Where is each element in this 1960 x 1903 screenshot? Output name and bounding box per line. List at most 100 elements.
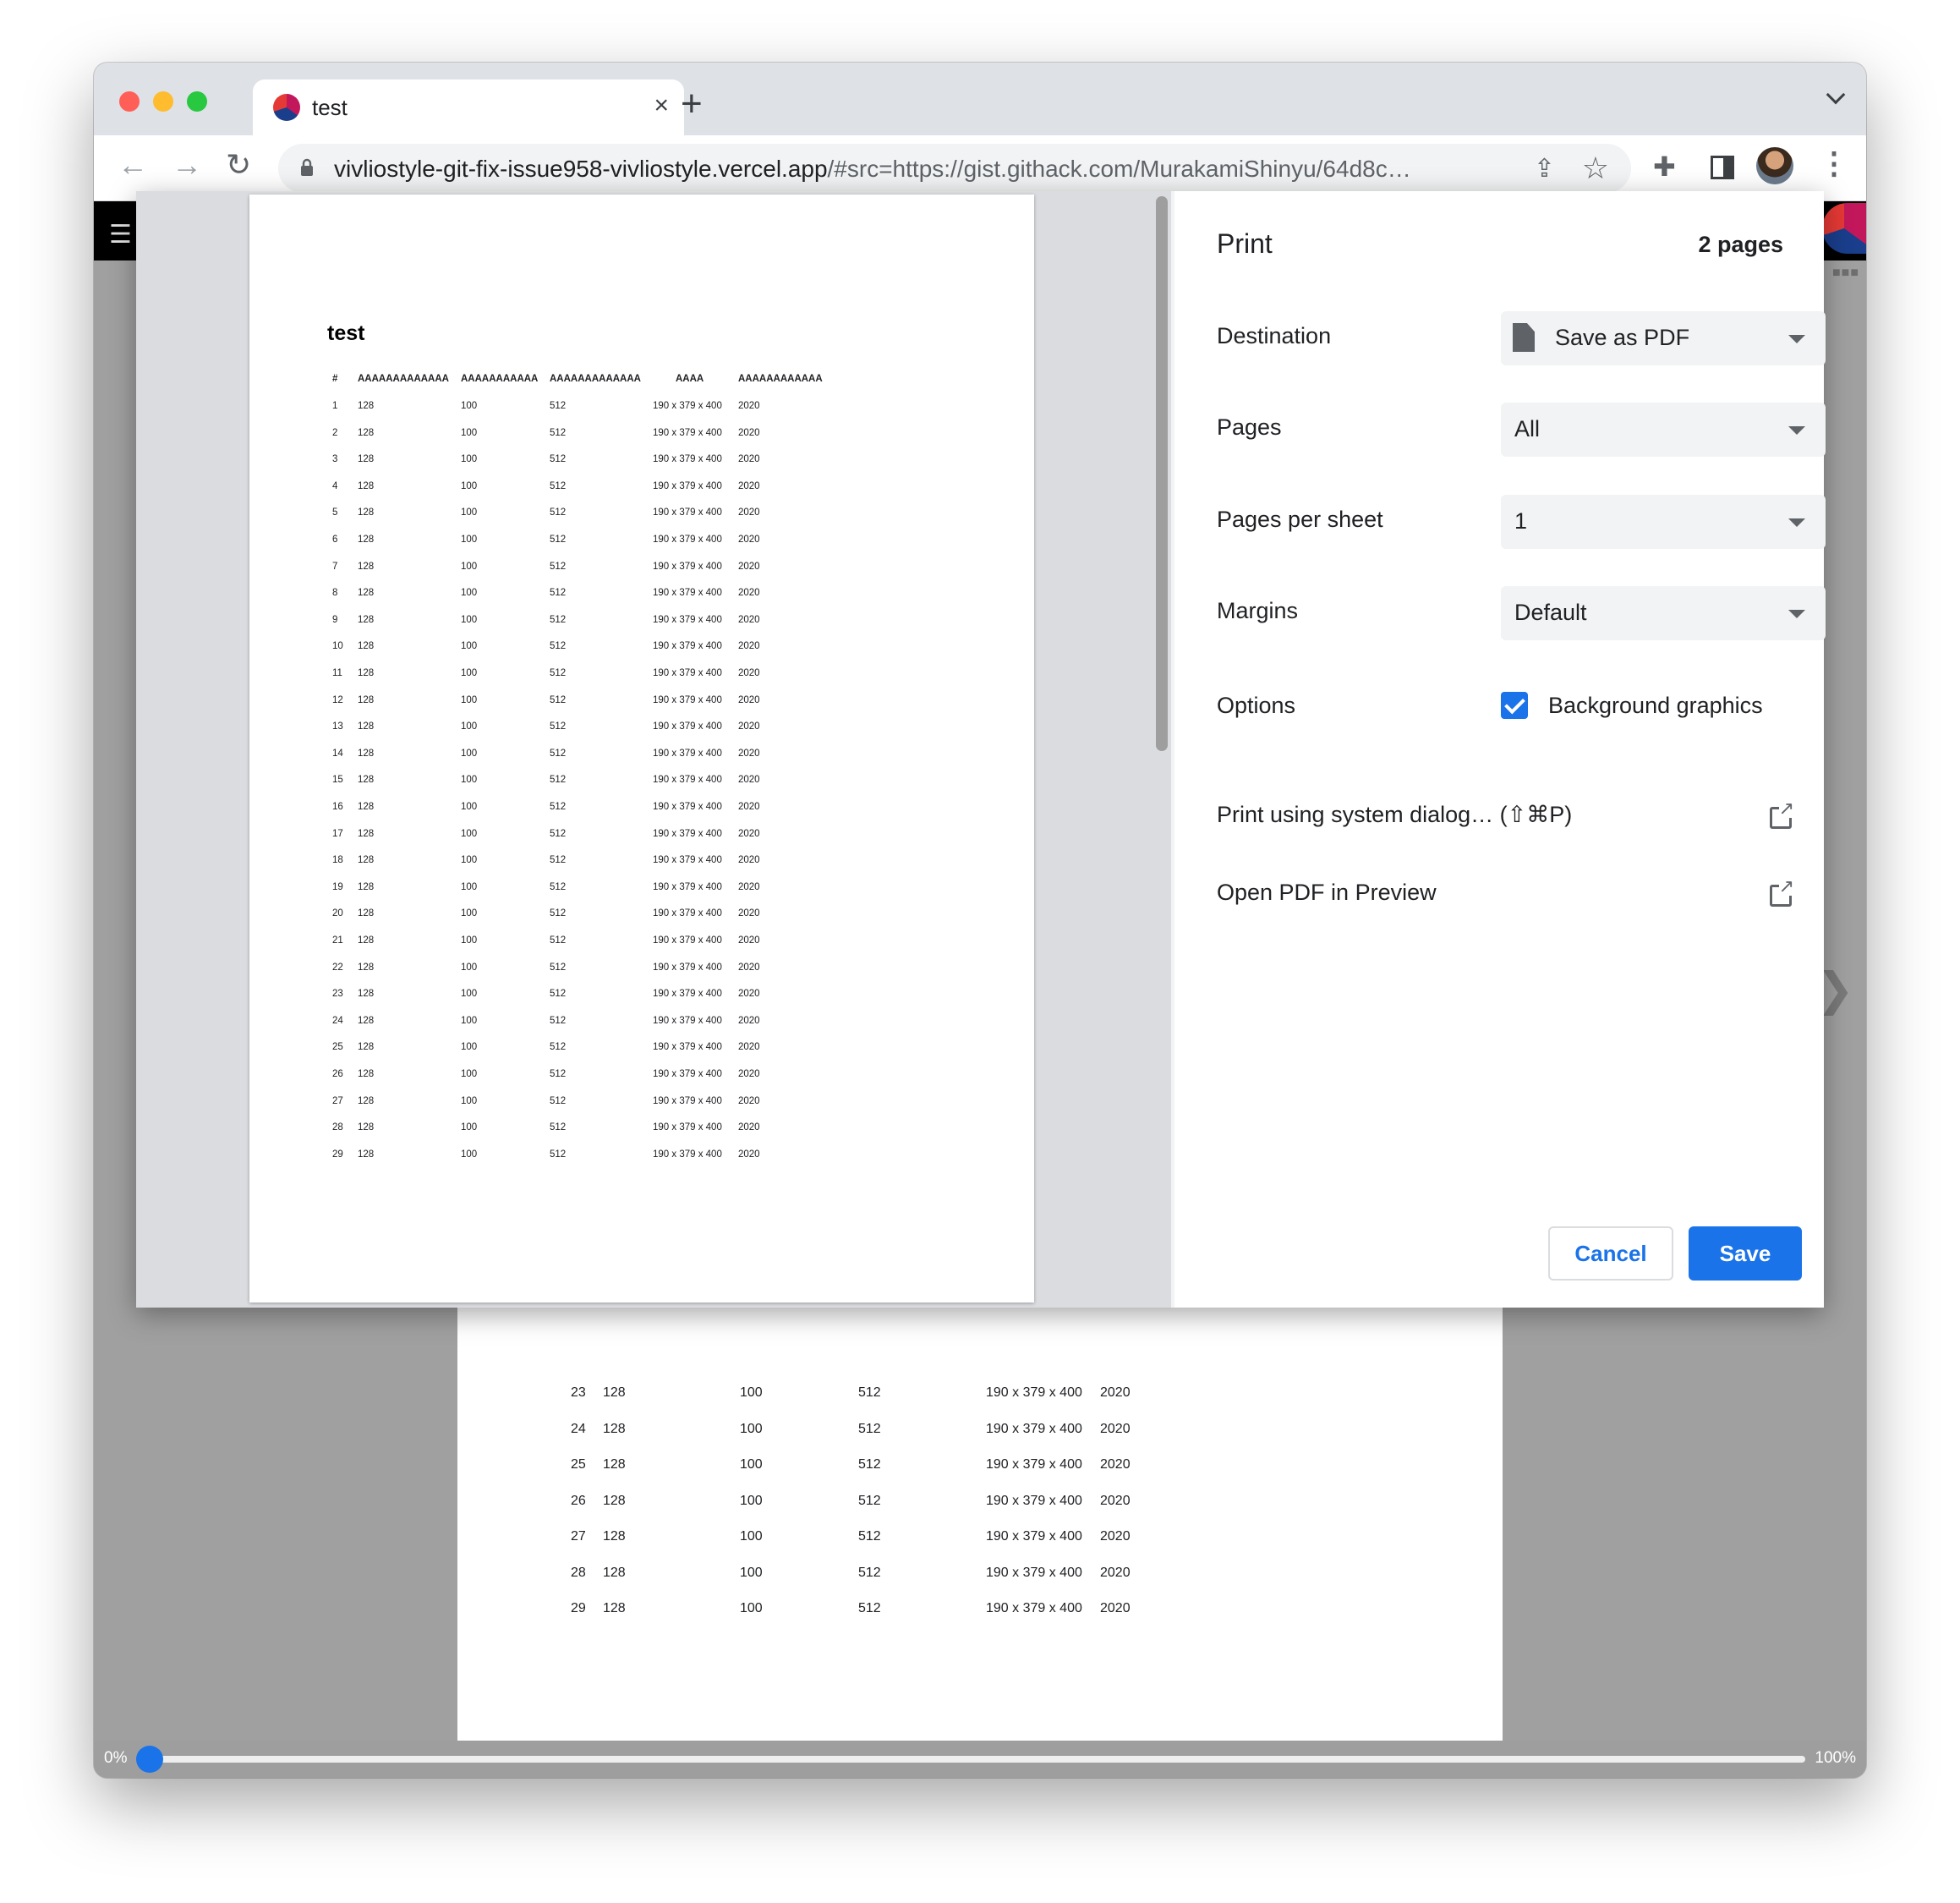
preview-cell: 190 x 379 x 400 [653, 561, 722, 572]
preview-cell: 26 [332, 1069, 343, 1079]
preview-cell: 2020 [738, 748, 760, 759]
preview-cell: 2020 [738, 1122, 760, 1133]
options-label: Options [1217, 693, 1296, 718]
background-cell: 190 x 379 x 400 [986, 1385, 1082, 1400]
pages-per-sheet-select[interactable]: 1 [1501, 495, 1826, 549]
minimize-window-button[interactable] [153, 91, 173, 112]
preview-cell: 190 x 379 x 400 [653, 401, 722, 411]
preview-cell: 2020 [738, 1149, 760, 1160]
new-tab-button[interactable]: + [681, 83, 703, 125]
close-window-button[interactable] [119, 91, 140, 112]
side-panel-icon[interactable] [1711, 156, 1734, 179]
maximize-window-button[interactable] [187, 91, 207, 112]
background-cell: 26 [571, 1493, 586, 1508]
pages-select[interactable]: All [1501, 403, 1826, 457]
preview-cell: 100 [461, 454, 478, 465]
back-arrow-icon[interactable]: ← [118, 147, 148, 183]
save-button[interactable]: Save [1689, 1226, 1802, 1281]
toc-icon[interactable]: ☰ [109, 220, 132, 250]
preview-cell: 100 [461, 427, 478, 438]
preview-cell: 128 [358, 614, 375, 625]
background-cell: 512 [858, 1421, 881, 1436]
print-dialog: test # AAAAAAAAAAAAA AAAAAAAAAAA AAAAAAAAAA… [136, 191, 1826, 1308]
tab-bar: test × + [94, 63, 1866, 135]
preview-cell: 100 [461, 828, 478, 839]
preview-cell: 7 [332, 561, 338, 572]
star-icon[interactable]: ☆ [1582, 151, 1609, 186]
preview-cell: 100 [461, 1149, 478, 1160]
preview-table-row: 22 128 100 512 190 x 379 x 400 2020 [249, 962, 1034, 983]
preview-table-row: 2 128 100 512 190 x 379 x 400 2020 [249, 428, 1034, 448]
tab-search-chevron-icon[interactable] [1826, 85, 1846, 105]
preview-cell: 190 x 379 x 400 [653, 454, 722, 465]
preview-cell: 128 [358, 881, 375, 892]
preview-column-header: AAAAAAAAAAAA [738, 374, 823, 384]
background-cell: 25 [571, 1457, 586, 1472]
preview-cell: 512 [550, 454, 567, 465]
preview-cell: 100 [461, 694, 478, 705]
background-graphics-checkbox[interactable] [1501, 692, 1528, 719]
background-cell: 512 [858, 1457, 881, 1472]
preview-column-header: AAAAAAAAAAAAA [550, 374, 641, 384]
background-cell: 2020 [1100, 1493, 1131, 1508]
dropdown-caret-icon [1788, 518, 1805, 527]
preview-cell: 190 x 379 x 400 [653, 748, 722, 759]
progress-track[interactable] [148, 1756, 1805, 1763]
preview-cell: 19 [332, 881, 343, 892]
preview-cell: 100 [461, 535, 478, 545]
address-bar[interactable]: vivliostyle-git-fix-issue958-vivliostyle… [278, 144, 1631, 193]
background-cell: 2020 [1100, 1385, 1131, 1400]
background-cell: 512 [858, 1565, 881, 1580]
margins-select[interactable]: Default [1501, 586, 1826, 640]
preview-cell: 100 [461, 721, 478, 732]
preview-cell: 512 [550, 614, 567, 625]
preview-cell: 100 [461, 989, 478, 1000]
preview-cell: 2020 [738, 1095, 760, 1106]
more-dots-icon[interactable]: ■■■ [1832, 266, 1859, 281]
preview-cell: 10 [332, 641, 343, 652]
preview-cell: 128 [358, 668, 375, 678]
preview-table-row: 28 128 100 512 190 x 379 x 400 2020 [249, 1122, 1034, 1143]
preview-cell: 190 x 379 x 400 [653, 855, 722, 866]
extensions-icon[interactable]: ✚ [1653, 151, 1676, 183]
background-cell: 27 [571, 1529, 586, 1544]
preview-cell: 128 [358, 507, 375, 518]
cancel-button[interactable]: Cancel [1548, 1226, 1673, 1281]
destination-value: Save as PDF [1555, 325, 1690, 350]
share-icon[interactable]: ⇪ [1534, 154, 1555, 184]
preview-cell: 2020 [738, 454, 760, 465]
preview-cell: 20 [332, 908, 343, 919]
preview-cell: 128 [358, 1042, 375, 1053]
preview-cell: 100 [461, 1095, 478, 1106]
avatar[interactable] [1756, 147, 1793, 184]
preview-cell: 8 [332, 588, 338, 599]
preview-cell: 2020 [738, 427, 760, 438]
pages-value: All [1514, 416, 1541, 441]
preview-cell: 512 [550, 1042, 567, 1053]
preview-column-header: AAAAAAAAAAA [461, 374, 539, 384]
preview-cell: 190 x 379 x 400 [653, 802, 722, 812]
destination-select[interactable]: Save as PDF [1501, 311, 1826, 365]
tab-test[interactable]: test × [253, 80, 684, 135]
system-dialog-label: Print using system dialog… (⇧⌘P) [1217, 802, 1573, 827]
preview-cell: 2020 [738, 721, 760, 732]
open-pdf-preview-link[interactable]: Open PDF in Preview [1217, 877, 1794, 917]
reload-icon[interactable]: ↻ [226, 147, 251, 183]
preview-cell: 512 [550, 775, 567, 786]
background-graphics-label[interactable]: Background graphics [1548, 693, 1763, 719]
preview-table-row: 11 128 100 512 190 x 379 x 400 2020 [249, 668, 1034, 688]
forward-arrow-icon[interactable]: → [172, 147, 202, 183]
preview-cell: 2020 [738, 855, 760, 866]
preview-cell: 2020 [738, 588, 760, 599]
preview-cell: 512 [550, 935, 567, 946]
progress-slider-knob[interactable] [136, 1746, 163, 1773]
preview-cell: 190 x 379 x 400 [653, 507, 722, 518]
progress-start-label: 0% [104, 1749, 128, 1767]
tab-close-icon[interactable]: × [654, 91, 669, 120]
print-system-dialog-link[interactable]: Print using system dialog… (⇧⌘P) [1217, 799, 1794, 839]
preview-cell: 512 [550, 535, 567, 545]
preview-cell: 1 [332, 401, 338, 411]
menu-icon[interactable]: ⋮ [1819, 145, 1849, 181]
preview-scrollbar[interactable] [1156, 196, 1168, 751]
preview-cell: 2020 [738, 507, 760, 518]
